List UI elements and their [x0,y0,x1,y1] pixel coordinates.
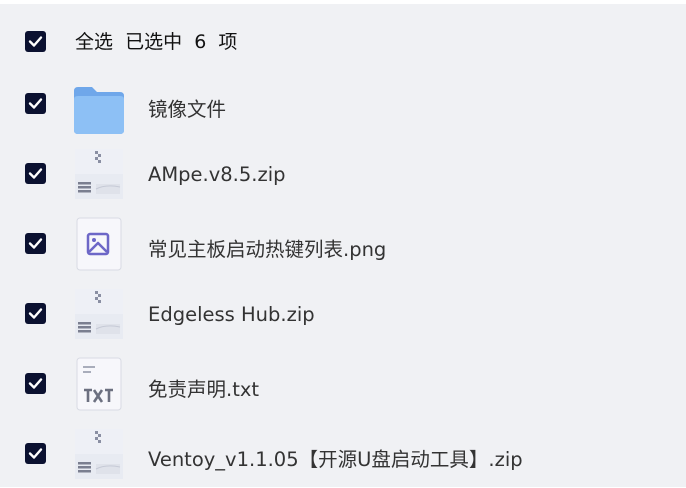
image-file-icon [76,217,122,271]
file-row[interactable]: AMpe.v8.5.zip [0,138,686,208]
file-checkbox[interactable] [25,163,46,184]
selection-summary: 全选 已选中 6 项 [75,27,237,54]
file-checkbox[interactable] [25,443,46,464]
file-checkbox[interactable] [25,303,46,324]
select-all-row[interactable]: 全选 已选中 6 项 [0,4,686,78]
file-name[interactable]: 免责声明.txt [148,373,259,402]
selected-count: 6 [194,31,207,53]
file-row[interactable]: 常见主板启动热键列表.png [0,208,686,278]
selected-prefix: 已选中 [125,31,183,53]
checkmark-icon [28,168,43,179]
file-name[interactable]: AMpe.v8.5.zip [148,163,286,186]
select-all-label: 全选 [75,31,114,53]
folder-icon [74,87,124,134]
checkmark-icon [28,448,43,459]
checkmark-icon [28,308,43,319]
zip-file-icon [75,429,123,479]
file-name[interactable]: Ventoy_v1.1.05【开源U盘启动工具】.zip [148,443,523,472]
txt-file-icon [76,357,122,411]
file-checkbox[interactable] [25,233,46,254]
file-row[interactable]: 镜像文件 [0,68,686,138]
select-all-checkbox[interactable] [25,31,46,52]
checkmark-icon [28,378,43,389]
file-row[interactable]: Edgeless Hub.zip [0,278,686,348]
file-name[interactable]: 镜像文件 [148,93,226,122]
zip-file-icon [75,149,123,199]
checkmark-icon [28,36,43,47]
checkmark-icon [28,98,43,109]
zip-file-icon [75,289,123,339]
file-row[interactable]: Ventoy_v1.1.05【开源U盘启动工具】.zip [0,418,686,488]
file-row[interactable]: 免责声明.txt [0,348,686,418]
file-name[interactable]: 常见主板启动热键列表.png [148,233,386,262]
file-checkbox[interactable] [25,373,46,394]
file-checkbox[interactable] [25,93,46,114]
checkmark-icon [28,238,43,249]
selected-suffix: 项 [218,31,238,53]
file-selection-panel: 全选 已选中 6 项 镜像文件 AMpe.v8.5.zip 常见主板启动热键列表… [0,4,686,487]
file-name[interactable]: Edgeless Hub.zip [148,303,315,326]
